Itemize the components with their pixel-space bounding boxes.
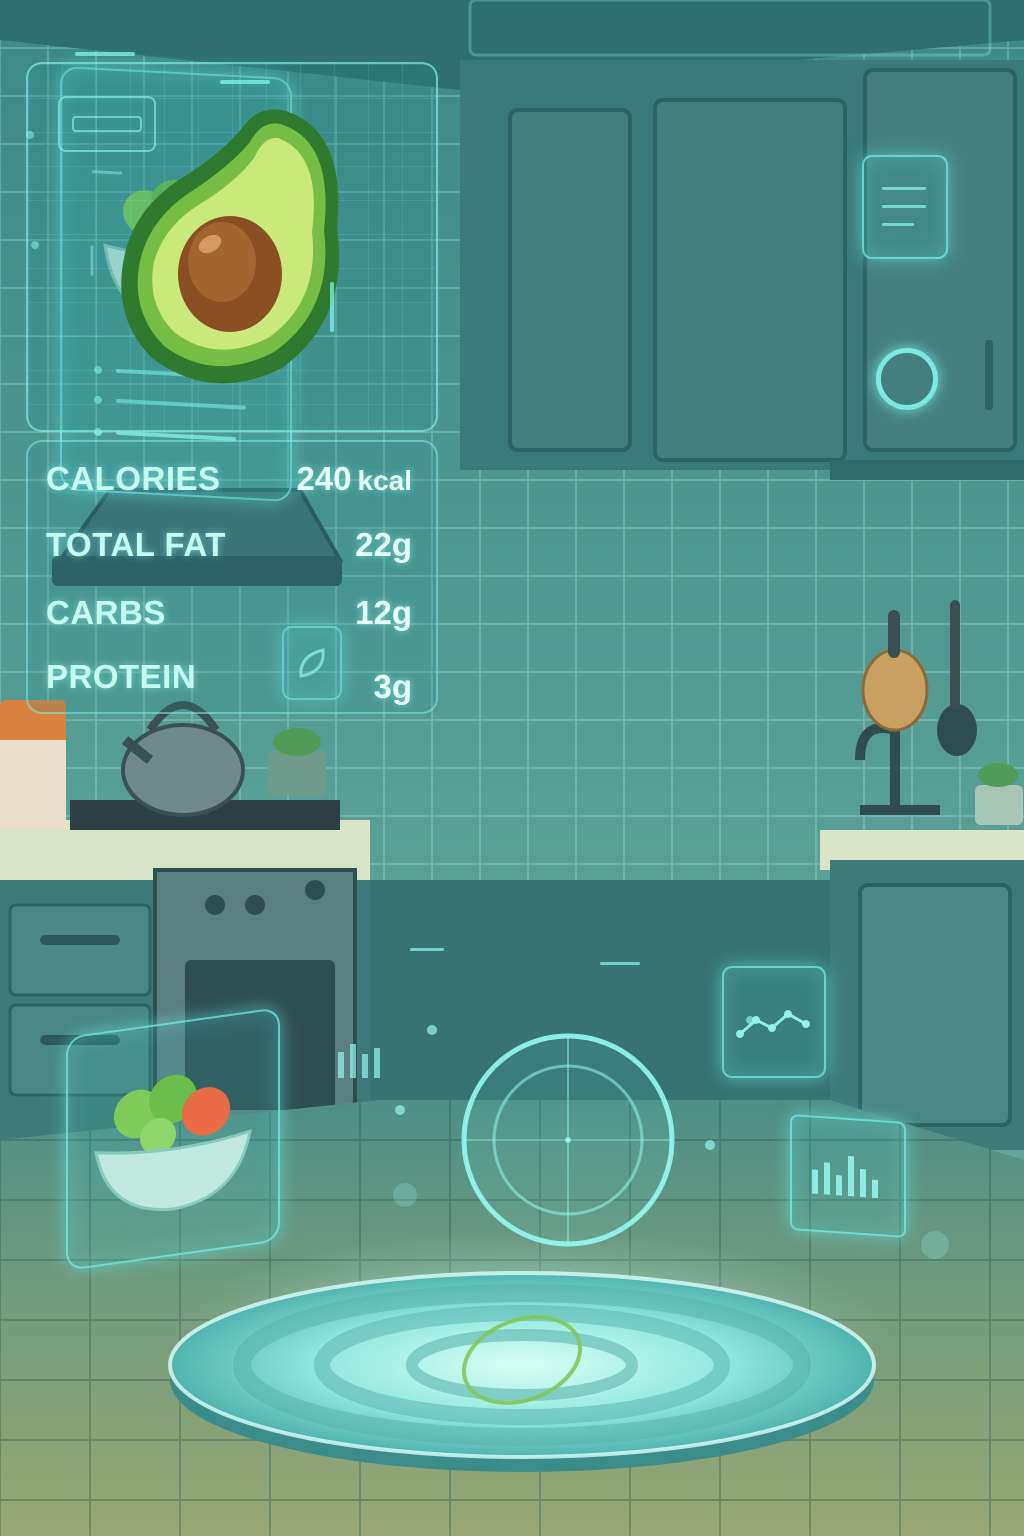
protein-row: PROTEIN 3g	[46, 658, 412, 705]
carbs-label: CARBS	[46, 594, 166, 631]
hud-accent	[75, 52, 135, 56]
ring-button[interactable]	[876, 348, 938, 410]
hud-accent	[330, 282, 334, 332]
total-fat-row: TOTAL FAT 22g	[46, 526, 412, 570]
carbs-row: CARBS 12g	[46, 594, 412, 638]
stats-widget[interactable]	[790, 1113, 906, 1239]
hud-accent	[600, 962, 640, 965]
calories-label: CALORIES	[46, 460, 221, 497]
hud-accent	[220, 80, 270, 84]
line-graph-icon	[736, 1010, 810, 1038]
nutrition-table: CALORIES 240 kcal TOTAL FAT 22g CARBS 12g…	[26, 440, 438, 714]
scan-target-icon[interactable]	[458, 1030, 678, 1250]
nutrition-card[interactable]: CALORIES 240 kcal TOTAL FAT 22g CARBS 12g…	[0, 0, 472, 784]
avocado-icon	[121, 109, 340, 384]
bar-chart-icon	[812, 1156, 878, 1199]
saved-meal-panel[interactable]	[66, 1006, 280, 1272]
calories-value: 240 kcal	[296, 460, 413, 497]
notes-widget[interactable]	[862, 155, 948, 259]
protein-value: 3g	[373, 668, 412, 705]
trend-widget[interactable]	[722, 966, 826, 1078]
signal-bars-icon	[338, 1044, 380, 1078]
total-fat-label: TOTAL FAT	[46, 526, 226, 563]
total-fat-value: 22g	[355, 526, 412, 563]
food-preview	[26, 62, 438, 432]
calories-row: CALORIES 240 kcal	[46, 460, 412, 504]
calories-unit: kcal	[357, 465, 413, 496]
hud-accent	[410, 948, 444, 951]
protein-label: PROTEIN	[46, 658, 197, 695]
salad-bowl-icon	[94, 1074, 252, 1212]
carbs-value: 12g	[355, 594, 412, 631]
